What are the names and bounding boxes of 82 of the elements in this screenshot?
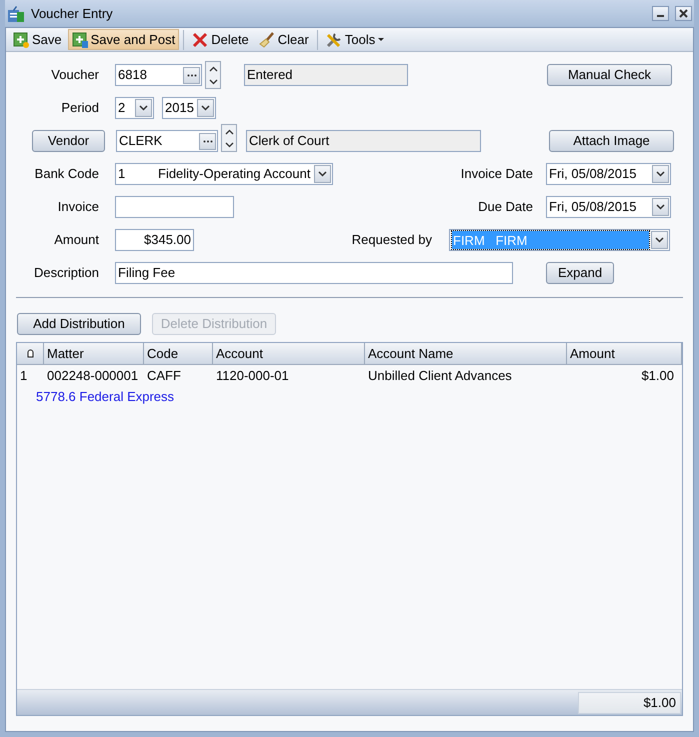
column-header[interactable]: Matter (44, 343, 144, 364)
due-date-field[interactable]: Fri, 05/08/2015 (546, 196, 671, 218)
field-label: Due Date (477, 198, 533, 216)
toolbar-button[interactable]: Clear (254, 29, 313, 50)
invoice-field[interactable] (115, 196, 234, 218)
button[interactable]: Vendor (32, 130, 105, 152)
close-icon (679, 9, 688, 18)
plus-document-icon (13, 32, 29, 48)
column-header[interactable]: Account (213, 343, 365, 364)
table-cell-text: 002248-000001 (46, 367, 140, 386)
toolbar-button[interactable]: Save and Post (68, 29, 180, 50)
dropdown-button[interactable] (135, 99, 152, 117)
status-field[interactable]: Entered (244, 64, 408, 86)
chevron-down-icon (139, 105, 148, 111)
bank-code: 1 (118, 165, 126, 184)
amount-field[interactable]: $345.00 (115, 229, 194, 251)
toolbar-button[interactable]: Save (9, 29, 66, 50)
spin-buttons[interactable] (221, 124, 237, 152)
plus-document-icon (72, 32, 88, 48)
field-label: Voucher (50, 66, 99, 84)
dropdown-button[interactable] (652, 165, 669, 183)
row-number: 1 (19, 367, 28, 386)
toolbar-button[interactable]: Tools (322, 29, 388, 50)
column-header[interactable]: Code (144, 343, 213, 364)
toolbar-button[interactable]: Delete (188, 29, 253, 50)
ellipsis-icon (186, 74, 196, 76)
period-dropdown[interactable]: 2 (115, 97, 154, 119)
field-label: Period (60, 99, 99, 118)
chevron-down-icon (201, 105, 210, 111)
detail-text: 5778.6 Federal Express (36, 388, 174, 406)
selected-value: FIRM FIRM (452, 231, 649, 249)
chevron-down-icon (655, 237, 664, 243)
field-label: Bank Code (34, 165, 99, 184)
year-dropdown[interactable]: 2015 (162, 97, 216, 119)
table-cell-text: Unbilled Client Advances (367, 367, 513, 386)
total-cell: $1.00 (578, 692, 681, 714)
chevron-down-icon (656, 204, 665, 210)
table-cell-text: CAFF (146, 367, 182, 386)
vendor-name-field[interactable]: Clerk of Court (246, 130, 481, 152)
field-label: Invoice Date (460, 165, 533, 184)
dropdown-button[interactable] (652, 198, 669, 216)
chevron-up-icon (224, 128, 234, 134)
table-cell-text: 1120-000-01 (215, 367, 290, 386)
column-header[interactable]: Account Name (365, 343, 567, 364)
button[interactable]: Add Distribution (17, 313, 141, 335)
description-field[interactable]: Filing Fee (115, 262, 513, 284)
tools-icon (326, 32, 342, 48)
button[interactable]: Expand (546, 262, 614, 284)
table-cell-text: $1.00 (640, 367, 675, 386)
field-label: Invoice (56, 198, 99, 216)
chevron-up-icon (208, 66, 218, 72)
spin-buttons[interactable] (205, 61, 221, 89)
close-button[interactable] (675, 6, 692, 21)
bank-code-dropdown[interactable]: 1 Fidelity-Operating Account (115, 163, 333, 185)
chevron-down-icon (318, 171, 327, 177)
field-label: Description (32, 264, 99, 282)
chevron-down-icon (208, 78, 218, 84)
button[interactable]: Manual Check (547, 64, 672, 86)
brush-icon (258, 32, 275, 48)
invoice-date-field[interactable]: Fri, 05/08/2015 (546, 163, 671, 185)
button[interactable]: Attach Image (549, 130, 674, 152)
field-label: Requested by (350, 231, 432, 250)
app-icon (7, 4, 25, 22)
bank-name: Fidelity-Operating Account (158, 165, 310, 184)
window-title: Voucher Entry (31, 4, 113, 23)
chevron-down-icon (224, 142, 234, 148)
chevron-down-icon (656, 171, 665, 177)
field-label: Amount (53, 231, 99, 250)
vendor-field[interactable]: CLERK (116, 130, 218, 152)
browse-button[interactable] (199, 132, 216, 150)
voucher-field[interactable]: 6818 (115, 64, 202, 86)
minimize-button[interactable] (652, 6, 669, 21)
caret-icon (378, 38, 384, 41)
dropdown-button[interactable] (314, 165, 331, 183)
delete-icon (192, 32, 208, 48)
browse-button[interactable] (183, 66, 200, 84)
ellipsis-icon (202, 140, 212, 142)
dropdown-button[interactable] (197, 99, 214, 117)
column-header[interactable]: Amount (567, 343, 682, 364)
dropdown-button[interactable] (651, 231, 668, 249)
lock-icon (26, 349, 34, 358)
minimize-icon (657, 15, 664, 17)
